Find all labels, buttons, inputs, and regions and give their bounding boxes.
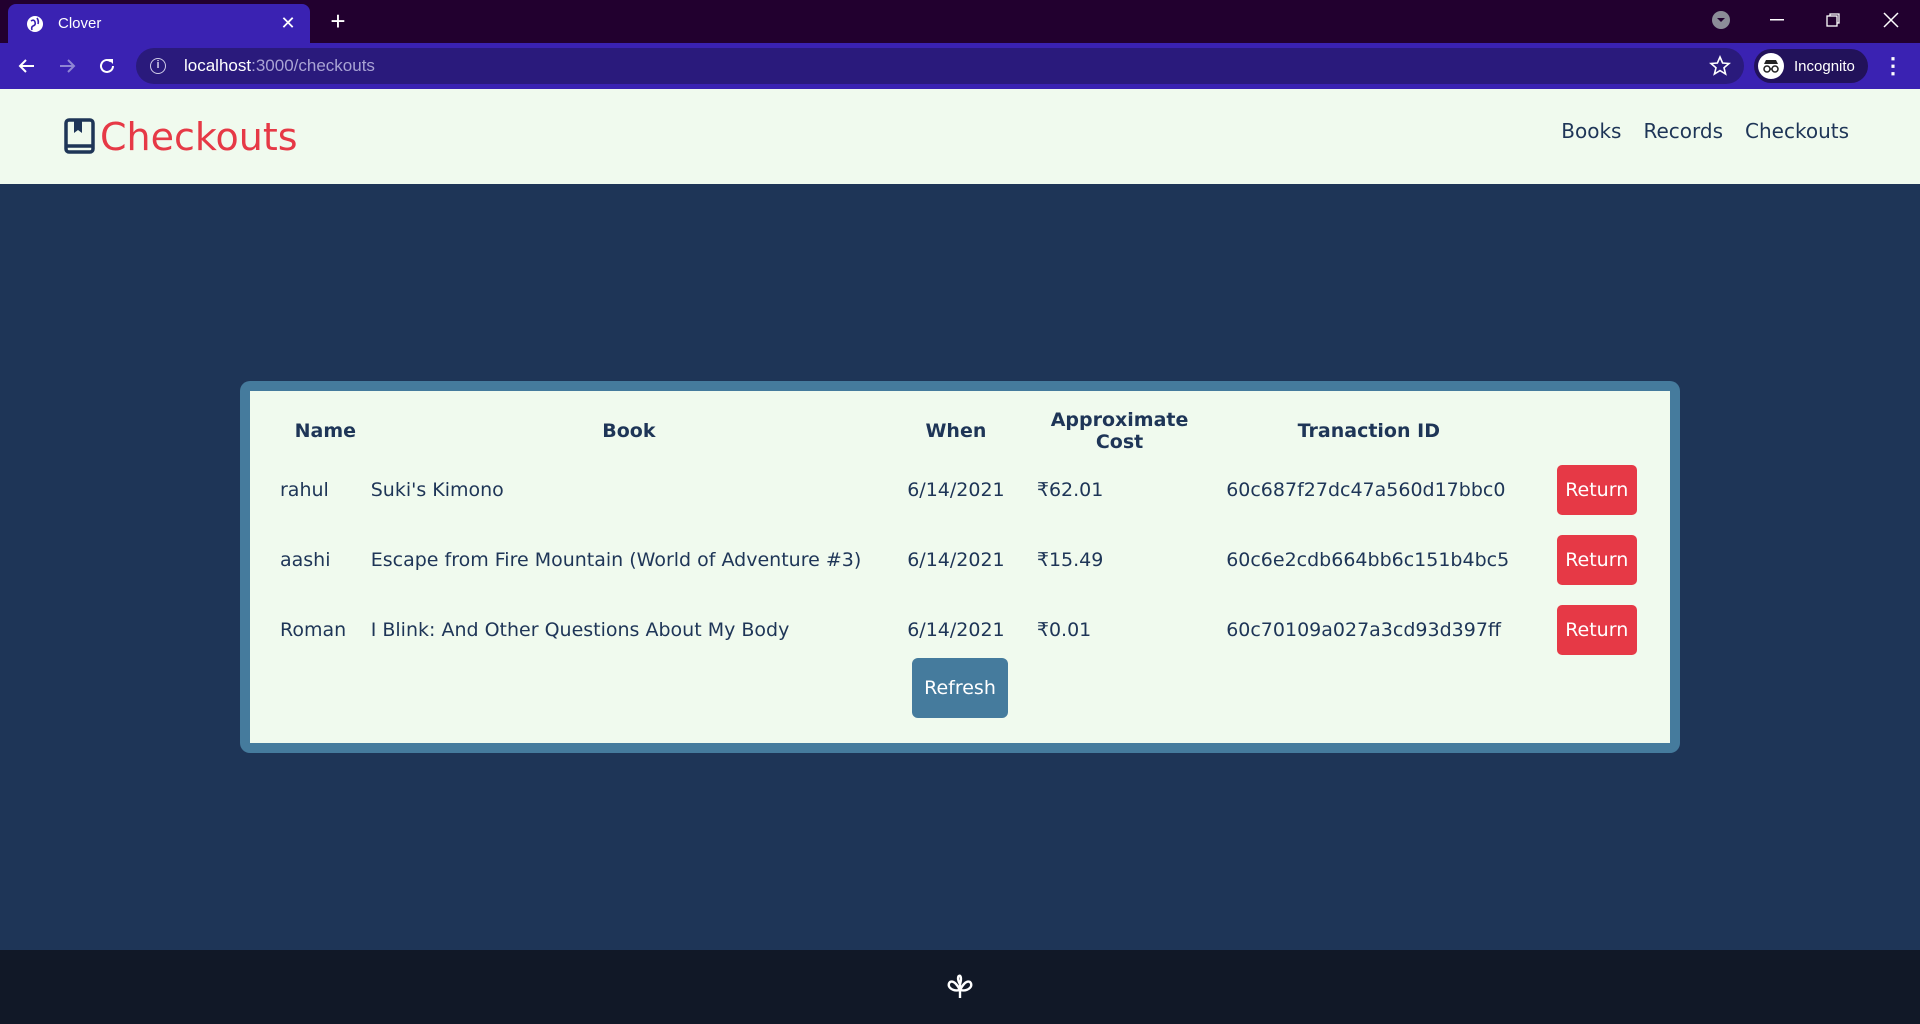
cell-transaction-id: 60c687f27dc47a560d17bbc0	[1226, 479, 1506, 501]
table-header-row: Name Book When Approximate Cost Tranacti…	[280, 407, 1670, 455]
table-row: aashi Escape from Fire Mountain (World o…	[280, 525, 1670, 595]
table-row: Roman I Blink: And Other Questions About…	[280, 595, 1670, 665]
cell-name: Roman	[280, 619, 347, 641]
back-icon[interactable]	[14, 53, 40, 79]
cell-action: Return	[1523, 455, 1670, 525]
restore-icon[interactable]	[1818, 6, 1848, 34]
refresh-button[interactable]: Refresh	[912, 658, 1008, 718]
nav-link-books[interactable]: Books	[1561, 119, 1621, 143]
footer	[0, 950, 1920, 1024]
forward-icon[interactable]	[54, 53, 80, 79]
browser-tab[interactable]: Clover ✕	[8, 4, 310, 43]
cell-cost: ₹62.01	[1036, 479, 1104, 501]
column-header-transaction-id: Tranaction ID	[1297, 420, 1440, 442]
url-text: localhost:3000/checkouts	[184, 56, 375, 75]
menu-kebab-icon[interactable]: ⋮	[1882, 53, 1904, 79]
info-icon[interactable]: i	[150, 58, 166, 74]
cell-name: aashi	[280, 549, 331, 571]
tab-search-icon[interactable]	[1706, 6, 1736, 34]
main-nav: Books Records Checkouts	[1561, 119, 1849, 143]
cell-when: 6/14/2021	[907, 549, 1005, 571]
incognito-badge[interactable]: Incognito	[1754, 49, 1868, 83]
cell-transaction-id: 60c6e2cdb664bb6c151b4bc5	[1226, 549, 1510, 571]
close-icon[interactable]: ✕	[278, 13, 298, 33]
book-icon	[64, 118, 96, 156]
cell-book: I Blink: And Other Questions About My Bo…	[370, 619, 790, 641]
browser-tabbar: Clover ✕ +	[0, 0, 1920, 43]
bookmark-star-icon[interactable]	[1708, 54, 1732, 78]
globe-icon	[26, 15, 44, 33]
checkouts-card: Name Book When Approximate Cost Tranacti…	[240, 381, 1680, 753]
column-header-when: When	[925, 420, 987, 442]
cell-when: 6/14/2021	[907, 479, 1005, 501]
cell-cost: ₹0.01	[1036, 619, 1092, 641]
leaf-logo-icon	[942, 968, 978, 1004]
window-close-icon[interactable]	[1876, 6, 1906, 34]
cell-action: Return	[1523, 595, 1670, 665]
tab-title: Clover	[58, 15, 102, 32]
cell-cost: ₹15.49	[1036, 549, 1104, 571]
cell-name: rahul	[280, 479, 329, 501]
cell-when: 6/14/2021	[907, 619, 1005, 641]
return-button[interactable]: Return	[1556, 605, 1637, 655]
brand[interactable]: Checkouts	[64, 115, 298, 159]
cell-action: Return	[1523, 525, 1670, 595]
incognito-label: Incognito	[1794, 57, 1855, 75]
column-header-action	[1523, 407, 1670, 455]
column-header-book: Book	[602, 420, 656, 442]
column-header-name: Name	[294, 420, 357, 442]
checkouts-table: Name Book When Approximate Cost Tranacti…	[280, 407, 1670, 665]
cell-book: Escape from Fire Mountain (World of Adve…	[370, 549, 862, 571]
page-title: Checkouts	[100, 115, 298, 159]
address-bar[interactable]: i localhost:3000/checkouts	[136, 48, 1744, 84]
return-button[interactable]: Return	[1556, 535, 1637, 585]
nav-link-checkouts[interactable]: Checkouts	[1745, 119, 1849, 143]
nav-link-records[interactable]: Records	[1643, 119, 1723, 143]
new-tab-button[interactable]: +	[326, 8, 350, 34]
cell-book: Suki's Kimono	[370, 479, 504, 501]
browser-toolbar: i localhost:3000/checkouts Incognito ⋮	[0, 43, 1920, 89]
return-button[interactable]: Return	[1556, 465, 1637, 515]
column-header-cost: Approximate Cost	[1050, 409, 1189, 453]
reload-icon[interactable]	[94, 53, 120, 79]
app-header: Checkouts Books Records Checkouts	[0, 89, 1920, 184]
incognito-icon	[1758, 53, 1784, 79]
table-row: rahul Suki's Kimono 6/14/2021 ₹62.01 60c…	[280, 455, 1670, 525]
minimize-icon[interactable]	[1762, 6, 1792, 34]
checkouts-card-body: Name Book When Approximate Cost Tranacti…	[250, 391, 1670, 743]
cell-transaction-id: 60c70109a027a3cd93d397ff	[1226, 619, 1501, 641]
